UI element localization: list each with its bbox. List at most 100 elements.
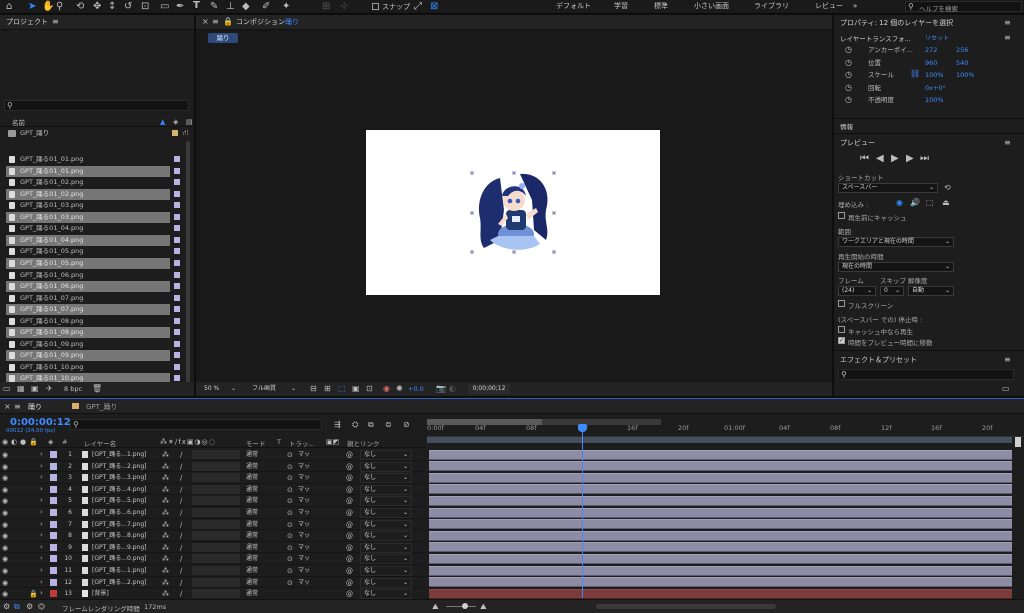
- expand-chevron-icon[interactable]: ›: [40, 565, 43, 575]
- motion-blur-icon[interactable]: ⊘: [403, 420, 410, 430]
- project-item[interactable]: GPT_踊る01_06.png: [6, 270, 180, 281]
- mask-toggle-icon[interactable]: ⬚: [338, 384, 346, 394]
- new-folder-icon[interactable]: ▦: [17, 384, 25, 394]
- panel-menu-icon[interactable]: ≡: [1004, 355, 1011, 365]
- parent-dropdown[interactable]: なし ⌄: [360, 589, 412, 600]
- track-matte-dropdown[interactable]: マッ: [298, 472, 322, 483]
- stopwatch-icon[interactable]: ◷: [845, 58, 852, 68]
- transform-handle[interactable]: [470, 211, 474, 215]
- orbit-tool-icon[interactable]: ⟲: [76, 2, 84, 12]
- property-value[interactable]: 100%: [925, 69, 944, 81]
- comp-mini-flowchart-icon[interactable]: ⇶: [334, 420, 341, 430]
- layer-name[interactable]: [GPT_踊る...7.png]: [92, 519, 146, 530]
- track-matte-dropdown[interactable]: マッ: [298, 577, 322, 588]
- workspace-libraries[interactable]: ライブラリ: [754, 0, 789, 13]
- panel-menu-icon[interactable]: ≡: [1004, 33, 1011, 43]
- label-color-swatch[interactable]: [50, 474, 57, 482]
- project-item[interactable]: GPT_踊る01_01.png: [6, 154, 180, 165]
- dolly-tool-icon[interactable]: ↕: [108, 2, 116, 12]
- layer-name[interactable]: [GPT_踊る...3.png]: [92, 472, 146, 483]
- layer-duration-bar[interactable]: [429, 472, 1012, 483]
- transparency-grid-icon[interactable]: ▣: [352, 384, 360, 394]
- bit-depth-label[interactable]: 8 bpc: [64, 385, 82, 393]
- parent-dropdown[interactable]: なし ⌄: [360, 496, 412, 507]
- pan-tool-icon[interactable]: ✥: [93, 2, 101, 12]
- property-value[interactable]: 960: [925, 57, 937, 69]
- property-value-2[interactable]: 540: [956, 57, 968, 69]
- track-matte-dropdown[interactable]: マッ: [298, 484, 322, 495]
- quality-switch-icon[interactable]: ∕: [180, 589, 182, 599]
- layer-name[interactable]: [GPT_踊る...1.png]: [92, 565, 146, 576]
- label-color-swatch[interactable]: [50, 497, 57, 505]
- layer-name[interactable]: [GPT_踊る...8.png]: [92, 530, 146, 541]
- expand-chevron-icon[interactable]: ›: [40, 577, 43, 587]
- quality-switch-icon[interactable]: ∕: [180, 450, 182, 460]
- layer-name-column[interactable]: レイヤー名: [84, 438, 116, 448]
- shy-switch-icon[interactable]: ⁂: [162, 462, 169, 472]
- roto-tool-icon[interactable]: ✐: [262, 2, 270, 12]
- flowchart-icon[interactable]: ⛙: [183, 128, 189, 138]
- fullscreen-checkbox[interactable]: [838, 300, 845, 307]
- mode-dropdown[interactable]: 通常: [246, 553, 272, 564]
- parent-pickwhip-icon[interactable]: @: [346, 485, 353, 495]
- if-cache-checkbox[interactable]: [838, 326, 845, 333]
- transform-handle[interactable]: [512, 171, 516, 175]
- parent-pickwhip-icon[interactable]: @: [346, 462, 353, 472]
- visibility-eye-icon[interactable]: ◉: [2, 589, 8, 599]
- quality-switch-icon[interactable]: ∕: [180, 543, 182, 553]
- interpret-footage-icon[interactable]: ▭: [3, 384, 11, 394]
- expand-chevron-icon[interactable]: ›: [40, 484, 43, 494]
- snapshot-icon[interactable]: 📷: [436, 384, 446, 394]
- expand-chevron-icon[interactable]: ›: [40, 588, 43, 598]
- parent-pickwhip-icon[interactable]: @: [346, 520, 353, 530]
- project-item[interactable]: GPT_踊る01_08.png: [6, 327, 180, 339]
- new-bin-icon[interactable]: ▭: [1002, 384, 1010, 394]
- zoom-in-icon[interactable]: ⛰: [480, 602, 487, 612]
- shy-switch-icon[interactable]: ⁂: [162, 589, 169, 599]
- expand-chevron-icon[interactable]: ›: [40, 530, 43, 540]
- layer-row[interactable]: ◉ › 12 [GPT_踊る...2.png] ⁂ ∕ 通常 ⊙ マッ @ なし ⌄: [0, 577, 425, 589]
- layer-row[interactable]: ◉ › 8 [GPT_踊る...8.png] ⁂ ∕ 通常 ⊙ マッ @ なし ⌄: [0, 530, 425, 542]
- project-item[interactable]: GPT_踊る01_10.png: [6, 362, 180, 373]
- parent-pickwhip-icon[interactable]: @: [346, 589, 353, 599]
- track-matte-column[interactable]: トラッ...: [289, 438, 315, 448]
- label-color-swatch[interactable]: [50, 567, 57, 574]
- layer-duration-bar[interactable]: [429, 519, 1012, 530]
- parent-pickwhip-icon[interactable]: @: [346, 531, 353, 541]
- project-item[interactable]: GPT_踊る01_01.png: [6, 165, 180, 177]
- panel-menu-icon[interactable]: ≡: [52, 17, 59, 27]
- zoom-out-icon[interactable]: ⛰: [432, 602, 439, 612]
- expand-chevron-icon[interactable]: ›: [40, 553, 43, 563]
- layer-name[interactable]: [GPT_踊る...1.png]: [92, 449, 146, 460]
- audio-toggle-icon[interactable]: 🔊: [910, 198, 920, 208]
- parent-dropdown[interactable]: なし ⌄: [360, 542, 412, 553]
- play-icon[interactable]: ▶: [891, 154, 899, 164]
- label-color-swatch[interactable]: [50, 462, 57, 470]
- selection-tool-icon[interactable]: ➤: [28, 2, 36, 12]
- mode-dropdown[interactable]: 通常: [246, 588, 272, 599]
- layer-name[interactable]: [GPT_踊る...2.png]: [92, 577, 146, 588]
- quality-switch-icon[interactable]: ∕: [180, 531, 182, 541]
- mode-dropdown[interactable]: 通常: [246, 484, 272, 495]
- shy-switch-icon[interactable]: ⁂: [162, 566, 169, 576]
- expand-chevron-icon[interactable]: ›: [40, 519, 43, 529]
- expand-chevron-icon[interactable]: ›: [40, 495, 43, 505]
- mode-dropdown[interactable]: 通常: [246, 530, 272, 541]
- parent-dropdown[interactable]: なし ⌄: [360, 519, 412, 530]
- timeline-search[interactable]: ⚲: [70, 419, 322, 430]
- sort-asc-icon[interactable]: ▲: [160, 117, 165, 127]
- panel-menu-icon[interactable]: ≡: [1004, 18, 1011, 28]
- expand-chevron-icon[interactable]: ›: [40, 449, 43, 459]
- workspace-standard[interactable]: 標準: [654, 0, 668, 13]
- panel-menu-icon[interactable]: ≡: [1004, 138, 1011, 148]
- lock-icon[interactable]: 🔒: [29, 589, 38, 599]
- draft-3d-icon[interactable]: ⛭: [352, 420, 358, 430]
- region-of-interest-icon[interactable]: ⊟: [310, 384, 317, 394]
- track-matte-dropdown[interactable]: マッ: [298, 461, 322, 472]
- range-dropdown[interactable]: ワークエリアと現在の時間 ⌄: [838, 237, 954, 247]
- shy-switch-icon[interactable]: ⁂: [162, 473, 169, 483]
- mode-dropdown[interactable]: 通常: [246, 472, 272, 483]
- label-color-swatch[interactable]: [50, 485, 57, 493]
- workspace-learn[interactable]: 学習: [614, 0, 628, 13]
- mode-dropdown[interactable]: 通常: [246, 577, 272, 588]
